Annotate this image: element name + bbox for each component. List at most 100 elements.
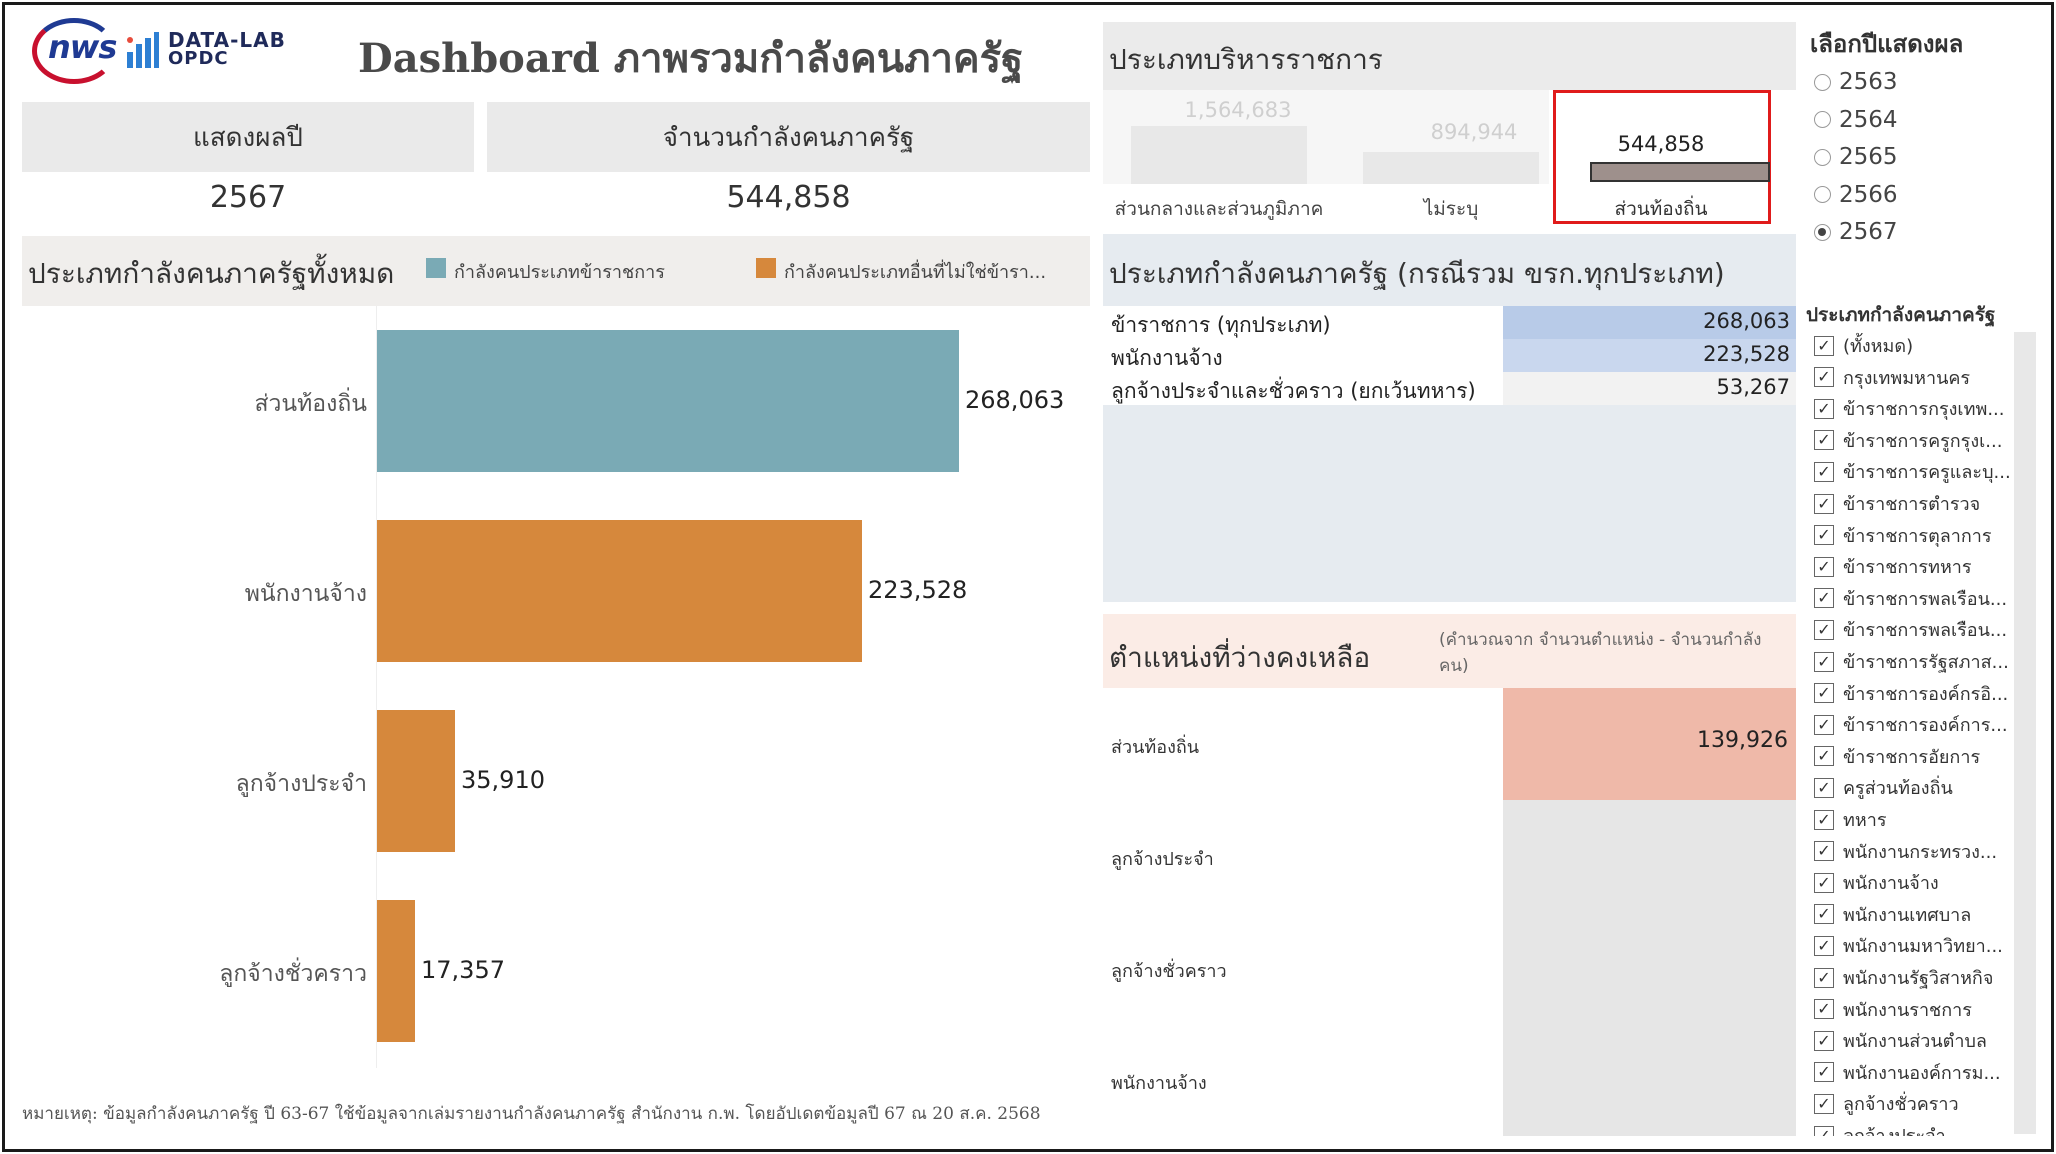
nws-logo: nws [30, 14, 122, 88]
checkbox-checked-icon[interactable]: ✓ [1814, 683, 1834, 704]
type-filter-option[interactable]: ✓ พนักงานส่วนตำบล [1814, 1025, 1987, 1056]
type-filter-option[interactable]: ✓ ข้าราชการพลเรือน... [1814, 614, 2007, 645]
vacancy-subtitle-2: คน) [1439, 656, 1469, 676]
type-filter-option[interactable]: ✓ ข้าราชการรัฐสภาส... [1814, 646, 2009, 677]
type-filter-option[interactable]: ✓ ข้าราชการองค์กรอิ... [1814, 678, 2008, 709]
type-filter-option[interactable]: ✓ พนักงานรัฐวิสาหกิจ [1814, 962, 1993, 993]
checkbox-checked-icon[interactable]: ✓ [1814, 1093, 1834, 1114]
checkbox-checked-icon[interactable]: ✓ [1814, 1125, 1834, 1136]
vacancy-title: ตำแหน่งที่ว่างคงเหลือ [1109, 641, 1371, 674]
year-option-2563[interactable]: 2563 [1814, 64, 1898, 100]
type-filter-option[interactable]: ✓ ข้าราชการตำรวจ [1814, 488, 1980, 519]
type-filter-option[interactable]: ✓ ข้าราชการพลเรือน... [1814, 583, 2007, 614]
vacancy-row-name[interactable]: ส่วนท้องถิ่น [1111, 732, 1199, 761]
checkbox-checked-icon[interactable]: ✓ [1814, 430, 1834, 451]
admin-bar-unspecified[interactable] [1363, 152, 1539, 184]
type-filter-option[interactable]: ✓ ลูกจ้างชั่วคราว [1814, 1088, 1959, 1119]
checkbox-checked-icon[interactable]: ✓ [1814, 841, 1834, 862]
type-filter-option[interactable]: ✓ ลูกจ้างประจำ [1814, 1120, 1946, 1136]
admin-type-header: ประเภทบริหารราชการ [1103, 22, 1796, 90]
vacancy-row-name[interactable]: พนักงานจ้าง [1111, 1068, 1207, 1097]
type-filter-option[interactable]: ✓ ข้าราชการครูและบุ... [1814, 456, 2011, 487]
legend-label-other[interactable]: กำลังคนประเภทอื่นที่ไม่ใช่ข้ารา... [784, 257, 1046, 286]
type-filter-option[interactable]: ✓ พนักงานมหาวิทยา... [1814, 930, 2003, 961]
type-filter-option-label: ข้าราชการองค์กรอิ... [1843, 683, 2009, 705]
checkbox-checked-icon[interactable]: ✓ [1814, 904, 1834, 925]
checkbox-checked-icon[interactable]: ✓ [1814, 967, 1834, 988]
bar-value-label: 35,910 [461, 766, 545, 794]
checkbox-checked-icon[interactable]: ✓ [1814, 556, 1834, 577]
checkbox-checked-icon[interactable]: ✓ [1814, 1030, 1834, 1051]
type-filter-option[interactable]: ✓ ข้าราชการองค์การ... [1814, 709, 2008, 740]
type-filter-option-label: ข้าราชการองค์การ... [1843, 715, 2008, 737]
dashboard-title: Dashboard ภาพรวมกำลังคนภาครัฐ [358, 35, 1024, 82]
type-filter-option[interactable]: ✓ ข้าราชการครูกรุงเ... [1814, 425, 2002, 456]
year-option-2566[interactable]: 2566 [1814, 177, 1898, 213]
admin-label-unspecified[interactable]: ไม่ระบุ [1363, 194, 1539, 224]
checkbox-checked-icon[interactable]: ✓ [1814, 1062, 1834, 1083]
year-filter-title: เลือกปีแสดงผล [1810, 30, 1964, 58]
year-option-2567[interactable]: 2567 [1814, 214, 1898, 250]
type-filter-option[interactable]: ✓ พนักงานองค์การม... [1814, 1057, 2001, 1088]
type-filter-option[interactable]: ✓ ข้าราชการกรุงเทพ... [1814, 393, 2004, 424]
checkbox-checked-icon[interactable]: ✓ [1814, 335, 1834, 356]
checkbox-checked-icon[interactable]: ✓ [1814, 525, 1834, 546]
checkbox-checked-icon[interactable]: ✓ [1814, 809, 1834, 830]
table-row[interactable]: พนักงานจ้าง 223,528 [1103, 339, 1796, 372]
table-row[interactable]: ข้าราชการ (ทุกประเภท) 268,063 [1103, 306, 1796, 339]
bar[interactable] [377, 520, 862, 662]
filter-scrollbar[interactable] [2014, 332, 2036, 1134]
vacancy-row-name[interactable]: ลูกจ้างประจำ [1111, 844, 1214, 873]
type-filter-option[interactable]: ✓ พนักงานกระทรวง... [1814, 836, 1997, 867]
checkbox-checked-icon[interactable]: ✓ [1814, 588, 1834, 609]
checkbox-checked-icon[interactable]: ✓ [1814, 461, 1834, 482]
bar[interactable] [377, 330, 959, 472]
vacancy-subtitle-1: (คำนวณจาก จำนวนตำแหน่ง - จำนวนกำลัง [1439, 630, 1762, 650]
year-option-label: 2563 [1839, 69, 1898, 95]
admin-bar-local[interactable] [1590, 162, 1770, 182]
type-filter-option[interactable]: ✓ ข้าราชการทหาร [1814, 551, 1972, 582]
type-filter-option[interactable]: ✓ พนักงานราชการ [1814, 994, 1972, 1025]
type-filter-option[interactable]: ✓ (ทั้งหมด) [1814, 330, 1913, 361]
type-filter-option-label: ลูกจ้างประจำ [1843, 1121, 1946, 1136]
radio-button-icon[interactable] [1814, 223, 1831, 241]
type-filter-option[interactable]: ✓ ทหาร [1814, 804, 1887, 835]
type-filter-option[interactable]: ✓ กรุงเทพมหานคร [1814, 362, 1970, 393]
type-filter-option[interactable]: ✓ ข้าราชการอัยการ [1814, 741, 1980, 772]
type-filter-option[interactable]: ✓ พนักงานจ้าง [1814, 867, 1939, 898]
bar-value-label: 17,357 [421, 956, 505, 984]
bar[interactable] [377, 900, 415, 1042]
type-filter-option-label: ข้าราชการทหาร [1843, 557, 1972, 579]
checkbox-checked-icon[interactable]: ✓ [1814, 493, 1834, 514]
workforce-chart-title: ประเภทกำลังคนภาครัฐทั้งหมด [28, 257, 395, 290]
type-filter-option-label: ข้าราชการตุลาการ [1843, 525, 1992, 547]
checkbox-checked-icon[interactable]: ✓ [1814, 619, 1834, 640]
bar[interactable] [377, 710, 455, 852]
year-option-2564[interactable]: 2564 [1814, 102, 1898, 138]
checkbox-checked-icon[interactable]: ✓ [1814, 714, 1834, 735]
radio-button-icon[interactable] [1814, 111, 1831, 128]
radio-button-icon[interactable] [1814, 73, 1831, 91]
legend-label-civil-servant[interactable]: กำลังคนประเภทข้าราชการ [454, 257, 665, 286]
checkbox-checked-icon[interactable]: ✓ [1814, 872, 1834, 893]
checkbox-checked-icon[interactable]: ✓ [1814, 651, 1834, 672]
vacancy-row-name[interactable]: ลูกจ้างชั่วคราว [1111, 956, 1227, 985]
type-filter-option[interactable]: ✓ ข้าราชการตุลาการ [1814, 520, 1992, 551]
checkbox-checked-icon[interactable]: ✓ [1814, 398, 1834, 419]
checkbox-checked-icon[interactable]: ✓ [1814, 935, 1834, 956]
radio-button-icon[interactable] [1814, 148, 1831, 166]
type-filter-option[interactable]: ✓ ครูส่วนท้องถิ่น [1814, 772, 1953, 803]
admin-bar-central[interactable] [1131, 126, 1307, 184]
checkbox-checked-icon[interactable]: ✓ [1814, 999, 1834, 1020]
checkbox-checked-icon[interactable]: ✓ [1814, 367, 1834, 388]
table-row[interactable]: ลูกจ้างประจำและชั่วคราว (ยกเว้นทหาร) 53,… [1103, 372, 1796, 405]
checkbox-checked-icon[interactable]: ✓ [1814, 746, 1834, 767]
admin-label-local[interactable]: ส่วนท้องถิ่น [1573, 194, 1749, 224]
type-filter-option[interactable]: ✓ พนักงานเทศบาล [1814, 899, 1971, 930]
admin-value-unspecified: 894,944 [1430, 120, 1518, 144]
admin-label-central[interactable]: ส่วนกลางและส่วนภูมิภาค [1103, 194, 1335, 224]
checkbox-checked-icon[interactable]: ✓ [1814, 777, 1834, 798]
year-option-2565[interactable]: 2565 [1814, 139, 1898, 175]
type-filter-option-label: กรุงเทพมหานคร [1843, 367, 1971, 389]
radio-button-icon[interactable] [1814, 186, 1831, 203]
